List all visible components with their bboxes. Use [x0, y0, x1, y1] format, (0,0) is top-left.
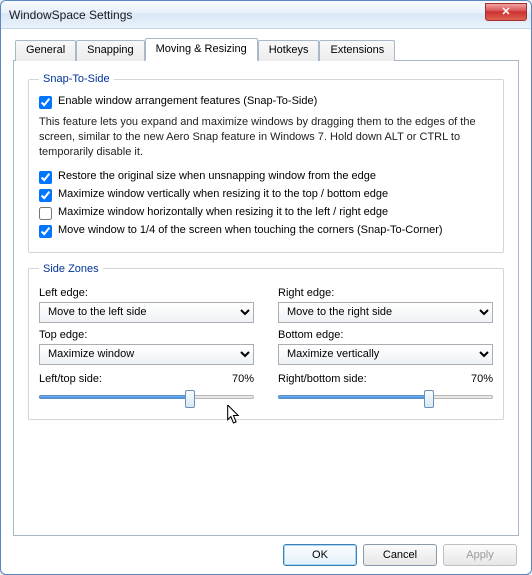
- slider-thumb[interactable]: [185, 390, 195, 408]
- maximize-vertical-label: Maximize window vertically when resizing…: [58, 188, 388, 200]
- ok-button[interactable]: OK: [283, 544, 357, 566]
- left-edge-label: Left edge:: [39, 287, 254, 299]
- bottom-edge-label: Bottom edge:: [278, 329, 493, 341]
- maximize-horizontal-label: Maximize window horizontally when resizi…: [58, 206, 388, 218]
- left-slider[interactable]: [39, 387, 254, 409]
- left-zone-column: Left edge: Move to the left side Top edg…: [39, 281, 254, 409]
- settings-window: WindowSpace Settings ✕ General Snapping …: [0, 0, 532, 575]
- apply-button: Apply: [443, 544, 517, 566]
- side-zones-group: Side Zones Left edge: Move to the left s…: [28, 263, 504, 420]
- left-edge-select[interactable]: Move to the left side: [39, 302, 254, 323]
- left-slider-value: 70%: [232, 373, 254, 385]
- snap-to-corner-checkbox[interactable]: [39, 225, 52, 238]
- snap-to-side-group: Snap-To-Side Enable window arrangement f…: [28, 73, 504, 253]
- snap-to-corner-label: Move window to 1/4 of the screen when to…: [58, 224, 443, 236]
- tab-hotkeys[interactable]: Hotkeys: [258, 40, 320, 61]
- slider-fill: [39, 395, 190, 399]
- window-title: WindowSpace Settings: [9, 8, 485, 22]
- top-edge-label: Top edge:: [39, 329, 254, 341]
- tab-extensions[interactable]: Extensions: [319, 40, 395, 61]
- enable-snap-checkbox[interactable]: [39, 96, 52, 109]
- zones-legend: Side Zones: [39, 263, 103, 275]
- tab-general[interactable]: General: [15, 40, 76, 61]
- snap-legend: Snap-To-Side: [39, 73, 114, 85]
- top-edge-select[interactable]: Maximize window: [39, 344, 254, 365]
- close-button[interactable]: ✕: [485, 3, 527, 21]
- cursor-icon: [227, 405, 241, 425]
- right-edge-label: Right edge:: [278, 287, 493, 299]
- right-slider[interactable]: [278, 387, 493, 409]
- dialog-buttons: OK Cancel Apply: [13, 536, 519, 566]
- tab-panel: Snap-To-Side Enable window arrangement f…: [13, 60, 519, 536]
- enable-snap-label: Enable window arrangement features (Snap…: [58, 95, 317, 107]
- content-area: General Snapping Moving & Resizing Hotke…: [1, 29, 531, 574]
- titlebar[interactable]: WindowSpace Settings ✕: [1, 1, 531, 29]
- maximize-vertical-checkbox[interactable]: [39, 189, 52, 202]
- left-slider-label: Left/top side:: [39, 373, 102, 385]
- slider-thumb[interactable]: [424, 390, 434, 408]
- snap-description: This feature lets you expand and maximiz…: [39, 115, 493, 160]
- maximize-horizontal-checkbox[interactable]: [39, 207, 52, 220]
- right-slider-value: 70%: [471, 373, 493, 385]
- restore-size-checkbox[interactable]: [39, 171, 52, 184]
- cancel-button[interactable]: Cancel: [363, 544, 437, 566]
- tab-moving-resizing[interactable]: Moving & Resizing: [145, 38, 258, 61]
- right-zone-column: Right edge: Move to the right side Botto…: [278, 281, 493, 409]
- bottom-edge-select[interactable]: Maximize vertically: [278, 344, 493, 365]
- tab-strip: General Snapping Moving & Resizing Hotke…: [15, 40, 519, 61]
- tab-snapping[interactable]: Snapping: [76, 40, 145, 61]
- slider-fill: [278, 395, 429, 399]
- right-edge-select[interactable]: Move to the right side: [278, 302, 493, 323]
- restore-size-label: Restore the original size when unsnappin…: [58, 170, 376, 182]
- right-slider-label: Right/bottom side:: [278, 373, 367, 385]
- close-icon: ✕: [501, 5, 510, 18]
